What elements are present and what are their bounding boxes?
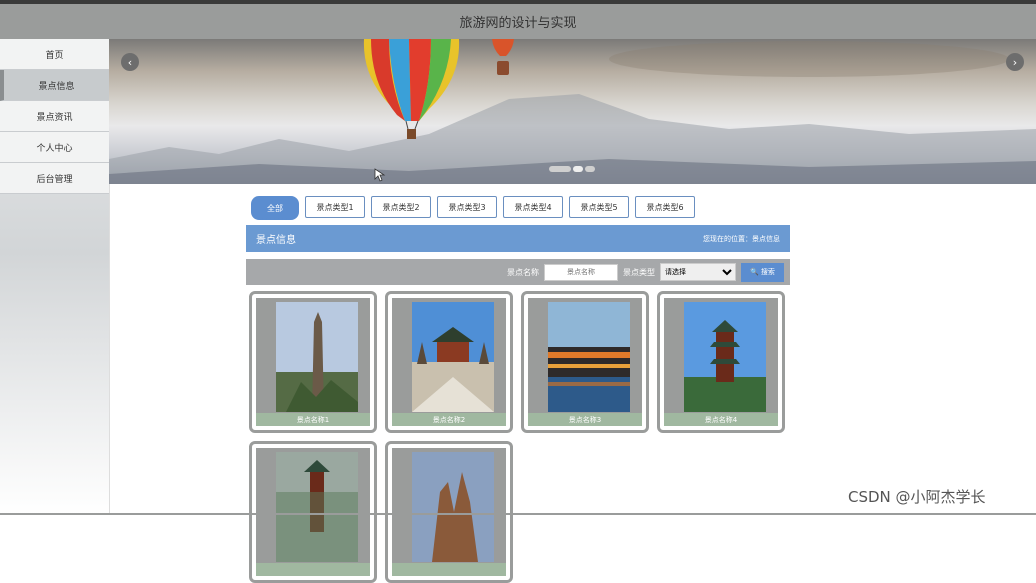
sidebar-item-label: 景点信息 [38, 81, 75, 92]
search-bar: 景点名称 景点类型 请选择 🔍 搜索 [246, 259, 790, 285]
chevron-left-icon: ‹ [127, 55, 133, 69]
section-header: 景点信息 您现在的位置：景点信息 [246, 225, 790, 252]
balloon-small [492, 39, 514, 75]
tab-label: 景点类型6 [646, 202, 684, 212]
attraction-image [412, 452, 494, 562]
sidebar-item-label: 个人中心 [36, 143, 73, 154]
carousel-prev-button[interactable]: ‹ [121, 53, 139, 71]
attraction-image [684, 302, 766, 412]
sidebar-item-admin[interactable]: 后台管理 [0, 163, 109, 194]
tab-label: 全部 [267, 203, 283, 213]
card-title: 景点名称2 [392, 413, 506, 426]
tab-type4[interactable]: 景点类型4 [503, 196, 563, 218]
breadcrumb: 您现在的位置：景点信息 [703, 234, 780, 243]
attraction-card[interactable]: 景点名称1 [249, 291, 377, 433]
tab-type3[interactable]: 景点类型3 [437, 196, 497, 218]
attraction-card[interactable]: 景点名称2 [385, 291, 513, 433]
carousel-dot[interactable] [585, 166, 595, 172]
attraction-image [548, 302, 630, 412]
carousel-dot[interactable] [549, 166, 571, 172]
banner-carousel[interactable]: ‹ › [109, 39, 1036, 184]
tab-label: 景点类型4 [514, 202, 552, 212]
sidebar-item-label: 景点资讯 [36, 112, 73, 123]
search-button-label: 搜索 [760, 269, 775, 276]
sidebar-item-label: 后台管理 [36, 174, 73, 185]
name-search-input[interactable] [544, 263, 618, 281]
sidebar-item-news[interactable]: 景点资讯 [0, 101, 109, 132]
tab-type5[interactable]: 景点类型5 [569, 196, 629, 218]
tab-label: 景点类型3 [448, 202, 486, 212]
attraction-image [276, 452, 358, 562]
type-label: 景点类型 [623, 267, 655, 277]
sidebar: 首页 景点信息 景点资讯 个人中心 后台管理 [0, 39, 110, 515]
sidebar-item-profile[interactable]: 个人中心 [0, 132, 109, 163]
search-icon: 🔍 [750, 269, 759, 276]
name-label: 景点名称 [507, 267, 539, 277]
sidebar-item-attractions[interactable]: 景点信息 [0, 70, 109, 101]
card-title: 景点名称4 [664, 413, 778, 426]
carousel-dot[interactable] [573, 166, 583, 172]
search-button[interactable]: 🔍 搜索 [741, 262, 784, 282]
sidebar-item-label: 首页 [45, 50, 64, 61]
category-tabs: 全部 景点类型1 景点类型2 景点类型3 景点类型4 景点类型5 景点类型6 [251, 196, 695, 220]
mouse-cursor-icon [374, 168, 386, 182]
carousel-dots [549, 166, 595, 172]
banner-image [109, 39, 1036, 184]
tab-label: 景点类型2 [382, 202, 420, 212]
attraction-card[interactable] [385, 441, 513, 583]
type-select[interactable]: 请选择 [660, 263, 736, 281]
card-title [392, 563, 506, 576]
sidebar-item-home[interactable]: 首页 [0, 39, 109, 70]
card-title: 景点名称3 [528, 413, 642, 426]
card-title [256, 563, 370, 576]
site-title: 旅游网的设计与实现 [459, 16, 577, 31]
tab-all[interactable]: 全部 [251, 196, 299, 220]
chevron-right-icon: › [1012, 55, 1018, 69]
watermark: CSDN @小阿杰学长 [848, 488, 986, 506]
balloon-large [363, 39, 460, 139]
section-title: 景点信息 [256, 235, 296, 246]
attraction-card[interactable]: 景点名称3 [521, 291, 649, 433]
tab-type6[interactable]: 景点类型6 [635, 196, 695, 218]
attraction-card[interactable]: 景点名称4 [657, 291, 785, 433]
site-header: 旅游网的设计与实现 [0, 4, 1036, 39]
tab-label: 景点类型5 [580, 202, 618, 212]
carousel-next-button[interactable]: › [1006, 53, 1024, 71]
attraction-card[interactable] [249, 441, 377, 583]
tab-type1[interactable]: 景点类型1 [305, 196, 365, 218]
card-title: 景点名称1 [256, 413, 370, 426]
attraction-image [412, 302, 494, 412]
attraction-image [276, 302, 358, 412]
tab-type2[interactable]: 景点类型2 [371, 196, 431, 218]
tab-label: 景点类型1 [316, 202, 354, 212]
